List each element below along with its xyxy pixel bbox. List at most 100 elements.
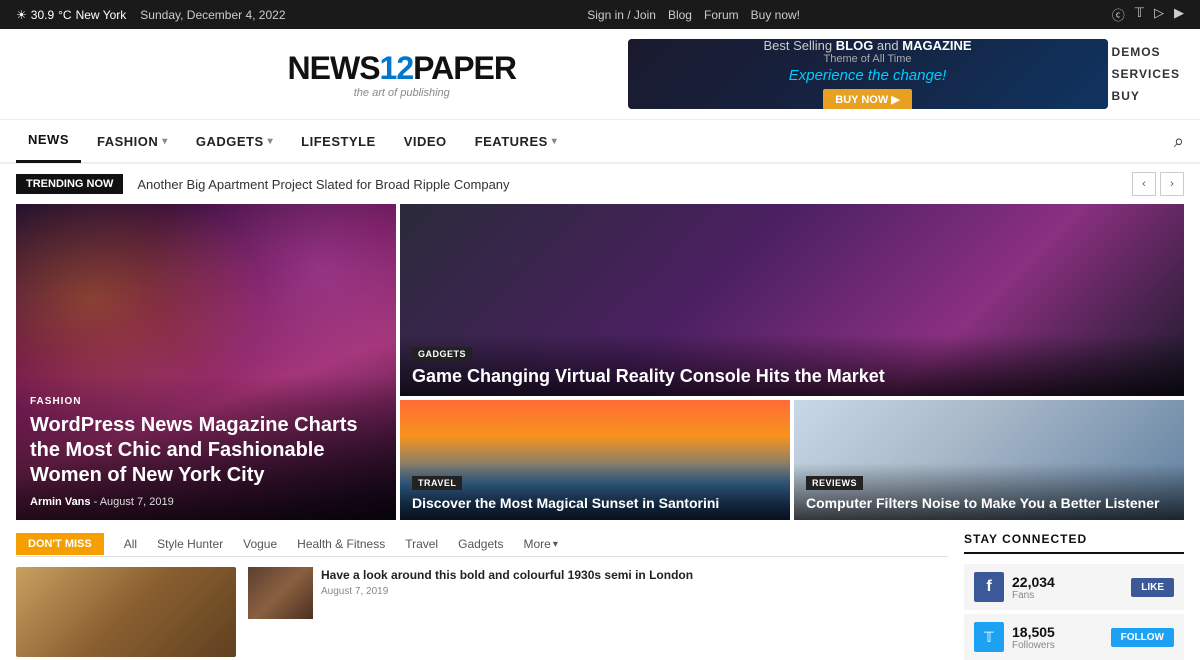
twitter-icon[interactable]: 𝕋 (1135, 5, 1144, 24)
bottom-articles: TRAVEL Discover the Most Magical Sunset … (400, 400, 1184, 520)
nav-label-video: VIDEO (404, 134, 447, 149)
feature-author: Armin Vans (30, 496, 91, 508)
article-title: Have a look around this bold and colourf… (321, 567, 693, 583)
main-article-grid: FASHION WordPress News Magazine Charts t… (0, 204, 1200, 532)
fb-label: Fans (1012, 590, 1055, 601)
dont-miss-article-1[interactable]: Have a look around this bold and colourf… (248, 567, 693, 651)
dont-miss-tabs: DON'T MISS All Style Hunter Vogue Health… (16, 532, 948, 557)
dont-miss-section: DON'T MISS All Style Hunter Vogue Health… (16, 532, 948, 660)
tab-gadgets[interactable]: Gadgets (448, 532, 513, 556)
logo-text: NEWS12PAPER (176, 50, 628, 87)
ad-buy-btn[interactable]: BUY NOW ▶ (823, 89, 911, 109)
location: New York (76, 8, 127, 22)
nav-item-features[interactable]: FEATURES ▾ (463, 119, 570, 163)
youtube-icon[interactable]: ▶ (1174, 5, 1184, 24)
main-nav: NEWS FASHION ▾ GADGETS ▾ LIFESTYLE VIDEO… (0, 120, 1200, 164)
ad-content: Best Selling BLOG and MAGAZINE Theme of … (763, 39, 971, 109)
twitter-widget: 𝕋 18,505 Followers FOLLOW (964, 614, 1184, 660)
article-thumbnail (248, 567, 313, 619)
santorini-title: Discover the Most Magical Sunset in Sant… (412, 494, 778, 512)
buy-link[interactable]: BUY (1108, 87, 1184, 105)
nav-label-fashion: FASHION (97, 134, 158, 149)
computer-overlay: REVIEWS Computer Filters Noise to Make Y… (794, 463, 1184, 520)
signin-link[interactable]: Sign in / Join (587, 8, 656, 22)
santorini-overlay: TRAVEL Discover the Most Magical Sunset … (400, 463, 790, 520)
facebook-widget: f 22,034 Fans LIKE (964, 564, 1184, 610)
computer-article[interactable]: REVIEWS Computer Filters Noise to Make Y… (794, 400, 1184, 520)
weather-icon: ☀ (16, 8, 27, 22)
logo-tagline: the art of publishing (176, 87, 628, 99)
feature-article[interactable]: FASHION WordPress News Magazine Charts t… (16, 204, 396, 520)
nav-label-gadgets: GADGETS (196, 134, 264, 149)
tab-travel[interactable]: Travel (395, 532, 448, 556)
nav-item-lifestyle[interactable]: LIFESTYLE (289, 119, 388, 163)
temperature: 30.9 (31, 8, 54, 22)
trending-bar: TRENDING NOW Another Big Apartment Proje… (0, 164, 1200, 204)
blog-link[interactable]: Blog (668, 8, 692, 22)
dont-miss-list: Have a look around this bold and colourf… (16, 567, 948, 657)
logo-part2: PAPER (413, 50, 516, 86)
site-header: NEWS12PAPER the art of publishing Best S… (0, 29, 1200, 120)
logo-part1: NEWS (288, 50, 380, 86)
trending-next-btn[interactable]: › (1160, 172, 1184, 196)
computer-title: Computer Filters Noise to Make You a Bet… (806, 494, 1172, 512)
ad-banner[interactable]: Best Selling BLOG and MAGAZINE Theme of … (628, 39, 1108, 109)
feature-title: WordPress News Magazine Charts the Most … (30, 413, 382, 488)
vr-category: GADGETS (412, 347, 472, 361)
tab-vogue[interactable]: Vogue (233, 532, 287, 556)
feature-date: August 7, 2019 (100, 496, 174, 508)
search-button[interactable]: ⌕ (1174, 131, 1184, 152)
services-link[interactable]: SERVICES (1108, 65, 1184, 83)
computer-category: REVIEWS (806, 476, 863, 490)
vimeo-icon[interactable]: ▷ (1154, 5, 1164, 24)
twitter-follow-button[interactable]: FOLLOW (1111, 628, 1174, 647)
tw-left: 𝕋 18,505 Followers (974, 622, 1055, 652)
nav-label-lifestyle: LIFESTYLE (301, 134, 376, 149)
twitter-icon: 𝕋 (974, 622, 1004, 652)
facebook-icon: f (974, 572, 1004, 602)
trending-badge: TRENDING NOW (16, 174, 123, 194)
buynow-link[interactable]: Buy now! (751, 8, 800, 22)
stay-connected-section: STAY CONNECTED f 22,034 Fans LIKE 𝕋 18,5… (964, 532, 1184, 660)
social-icons:  ⓒ 𝕋 ▷ ▶ (1102, 5, 1184, 24)
tw-count: 18,505 (1012, 624, 1055, 640)
side-article-grid: GADGETS Game Changing Virtual Reality Co… (400, 204, 1184, 520)
nav-item-fashion[interactable]: FASHION ▾ (85, 119, 180, 163)
tab-more[interactable]: More ▾ (513, 532, 567, 556)
dont-miss-big-image[interactable] (16, 567, 236, 657)
article-content: Have a look around this bold and colourf… (321, 567, 693, 597)
vr-title: Game Changing Virtual Reality Console Hi… (412, 365, 1172, 388)
tab-all[interactable]: All (114, 532, 147, 556)
top-bar-links[interactable]: Sign in / Join Blog Forum Buy now! (587, 8, 800, 22)
ad-line1: Best Selling BLOG and MAGAZINE (763, 39, 971, 53)
nav-item-gadgets[interactable]: GADGETS ▾ (184, 119, 285, 163)
top-bar: ☀ 30.9 °C New York Sunday, December 4, 2… (0, 0, 1200, 29)
nav-item-video[interactable]: VIDEO (392, 119, 459, 163)
vr-article[interactable]: GADGETS Game Changing Virtual Reality Co… (400, 204, 1184, 396)
top-bar-left: ☀ 30.9 °C New York Sunday, December 4, 2… (16, 8, 286, 22)
nav-item-news[interactable]: NEWS (16, 119, 81, 163)
header-side-menu: DEMOS SERVICES BUY (1108, 43, 1184, 105)
fb-stats: 22,034 Fans (1012, 574, 1055, 601)
tw-stats: 18,505 Followers (1012, 624, 1055, 651)
fb-left: f 22,034 Fans (974, 572, 1055, 602)
ad-line3: Experience the change! (763, 67, 971, 84)
forum-link[interactable]: Forum (704, 8, 739, 22)
instagram-icon[interactable]: ⓒ (1112, 5, 1125, 24)
stay-connected-header: STAY CONNECTED (964, 532, 1184, 554)
trending-text: Another Big Apartment Project Slated for… (137, 177, 1118, 192)
tw-label: Followers (1012, 640, 1055, 651)
facebook-like-button[interactable]: LIKE (1131, 578, 1174, 597)
chevron-down-icon: ▾ (268, 136, 274, 147)
chevron-down-icon: ▾ (162, 136, 168, 147)
big-article-image (16, 567, 236, 657)
dont-miss-badge: DON'T MISS (16, 533, 104, 555)
tab-style-hunter[interactable]: Style Hunter (147, 532, 233, 556)
trending-prev-btn[interactable]: ‹ (1132, 172, 1156, 196)
demos-link[interactable]: DEMOS (1108, 43, 1184, 61)
santorini-article[interactable]: TRAVEL Discover the Most Magical Sunset … (400, 400, 790, 520)
tab-health-fitness[interactable]: Health & Fitness (287, 532, 395, 556)
trending-nav: ‹ › (1132, 172, 1184, 196)
feature-category: FASHION (30, 396, 81, 407)
logo[interactable]: NEWS12PAPER the art of publishing (176, 50, 628, 99)
